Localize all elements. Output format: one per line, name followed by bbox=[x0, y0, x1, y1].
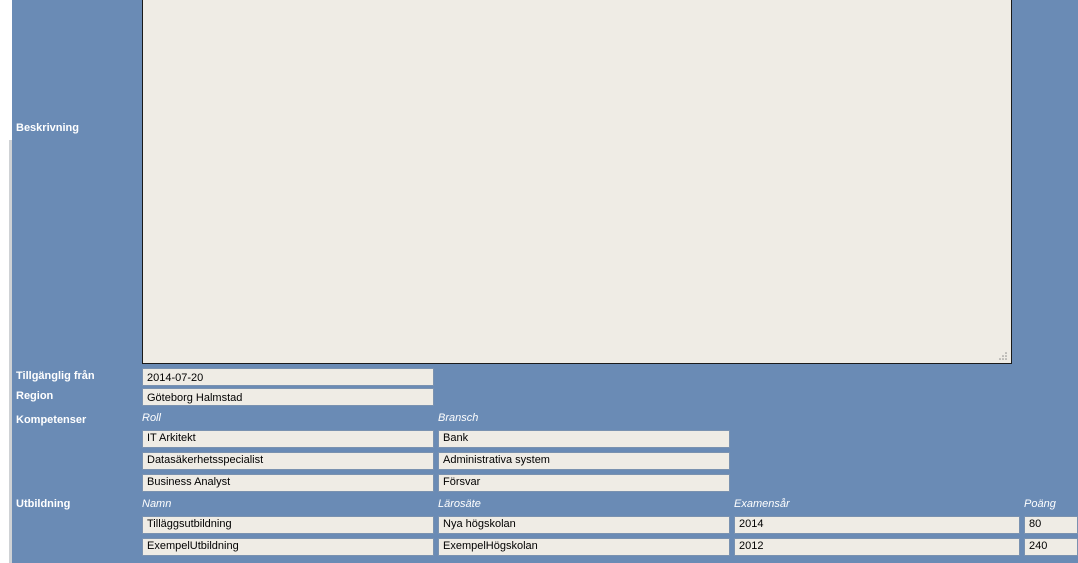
utbildning-head-larosate: Lärosäte bbox=[438, 498, 481, 510]
left-gutter bbox=[0, 0, 12, 563]
kompetenser-roll-cell: IT Arkitekt bbox=[142, 430, 434, 448]
utbildning-row: TilläggsutbildningNya högskolan201480 bbox=[142, 516, 1072, 534]
utbildning-poang-cell: 240 bbox=[1024, 538, 1078, 556]
kompetenser-roll-cell: Business Analyst bbox=[142, 474, 434, 492]
utbildning-poang-cell: 80 bbox=[1024, 516, 1078, 534]
beskrivning-textarea[interactable] bbox=[142, 0, 1012, 364]
utbildning-head-poang: Poäng bbox=[1024, 498, 1056, 510]
utbildning-header: Namn Lärosäte Examensår Poäng bbox=[142, 498, 1072, 514]
utbildning-examensar-cell: 2012 bbox=[734, 538, 1020, 556]
kompetenser-header: Roll Bransch bbox=[142, 412, 730, 428]
row-tillganglig-fran bbox=[142, 368, 434, 386]
label-beskrivning: Beskrivning bbox=[16, 122, 79, 134]
kompetenser-head-bransch: Bransch bbox=[438, 412, 478, 424]
utbildning-larosate-cell: Nya högskolan bbox=[438, 516, 730, 534]
beskrivning-container bbox=[142, 0, 1012, 364]
kompetenser-head-roll: Roll bbox=[142, 412, 161, 424]
label-region: Region bbox=[16, 390, 53, 402]
kompetenser-row: IT ArkitektBank bbox=[142, 430, 730, 448]
row-region bbox=[142, 388, 434, 406]
kompetenser-row: DatasäkerhetsspecialistAdministrativa sy… bbox=[142, 452, 730, 470]
form-panel: Beskrivning Tillgänglig från Region Komp… bbox=[12, 0, 1078, 563]
utbildning-namn-cell: Tilläggsutbildning bbox=[142, 516, 434, 534]
kompetenser-bransch-cell: Försvar bbox=[438, 474, 730, 492]
region-input[interactable] bbox=[142, 388, 434, 406]
kompetenser-row: Business AnalystFörsvar bbox=[142, 474, 730, 492]
tillganglig-fran-input[interactable] bbox=[142, 368, 434, 386]
utbildning-namn-cell: ExempelUtbildning bbox=[142, 538, 434, 556]
label-kompetenser: Kompetenser bbox=[16, 414, 86, 426]
kompetenser-bransch-cell: Bank bbox=[438, 430, 730, 448]
utbildning-larosate-cell: ExempelHögskolan bbox=[438, 538, 730, 556]
page: Beskrivning Tillgänglig från Region Komp… bbox=[0, 0, 1078, 563]
utbildning-head-namn: Namn bbox=[142, 498, 171, 510]
kompetenser-bransch-cell: Administrativa system bbox=[438, 452, 730, 470]
utbildning-head-examensar: Examensår bbox=[734, 498, 790, 510]
kompetenser-roll-cell: Datasäkerhetsspecialist bbox=[142, 452, 434, 470]
utbildning-row: ExempelUtbildningExempelHögskolan2012240 bbox=[142, 538, 1072, 556]
utbildning-examensar-cell: 2014 bbox=[734, 516, 1020, 534]
label-tillganglig-fran: Tillgänglig från bbox=[16, 370, 95, 382]
label-utbildning: Utbildning bbox=[16, 498, 70, 510]
